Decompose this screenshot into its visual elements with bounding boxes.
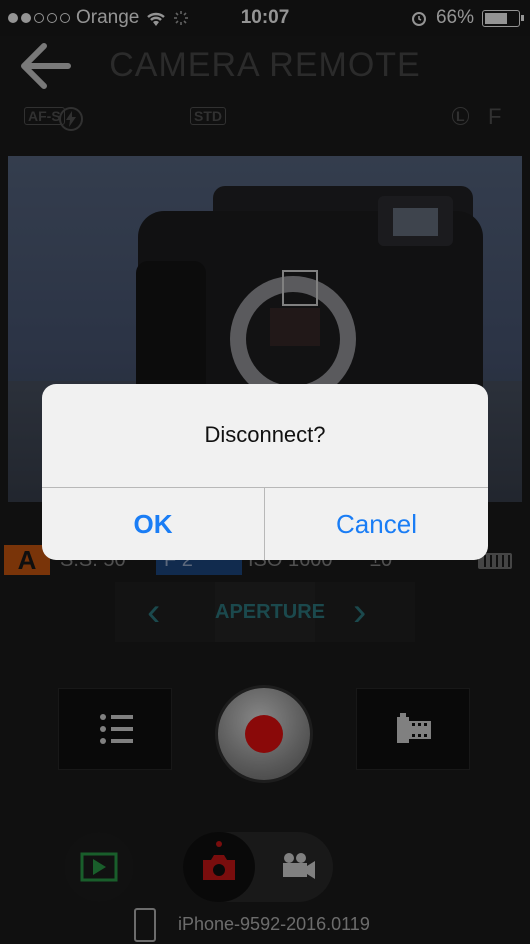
ok-button[interactable]: OK: [42, 488, 264, 560]
alert-message: Disconnect?: [204, 422, 326, 447]
modal-backdrop: Disconnect? OK Cancel: [0, 0, 530, 944]
cancel-button[interactable]: Cancel: [265, 488, 488, 560]
disconnect-alert-dialog: Disconnect? OK Cancel: [42, 384, 488, 560]
